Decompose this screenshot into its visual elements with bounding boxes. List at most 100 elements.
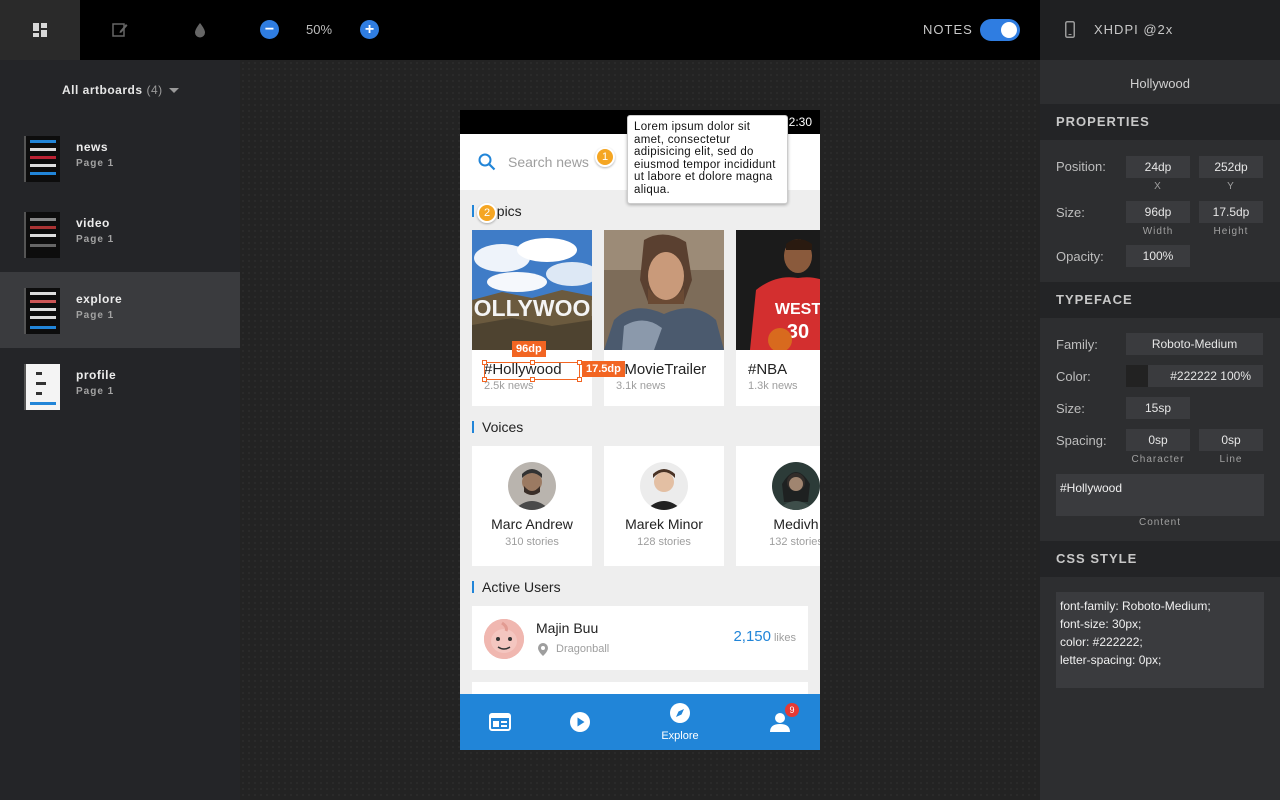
device-selector[interactable]: XHDPI @2x (1040, 0, 1280, 60)
voice-count: 310 stories (505, 536, 559, 548)
colors-tool-button[interactable] (160, 0, 240, 60)
height-measurement: 17.5dp (582, 361, 625, 377)
font-family-value[interactable]: Roboto-Medium (1126, 333, 1263, 355)
css-style-section-header: CSS STYLE (1040, 541, 1280, 577)
position-y-value[interactable]: 252dp (1199, 156, 1263, 178)
phone-icon (1065, 21, 1075, 38)
css-code-block[interactable]: font-family: Roboto-Medium; font-size: 3… (1056, 592, 1264, 688)
nav-video-tab[interactable] (540, 694, 620, 750)
artboard-thumbnail (24, 288, 60, 334)
topic-card-movietrailer[interactable]: #MovieTrailer 3.1k news (604, 230, 724, 406)
voice-card-marc-andrew[interactable]: Marc Andrew 310 stories (472, 446, 592, 566)
nav-profile-tab[interactable]: 9 (740, 694, 820, 750)
position-label: Position: (1056, 159, 1106, 174)
artboard-page: Page 1 (76, 234, 115, 245)
notes-toggle[interactable] (980, 19, 1020, 41)
zoom-level: 50% (306, 22, 333, 37)
position-x-value[interactable]: 24dp (1126, 156, 1190, 178)
topic-count: 1.3k news (748, 380, 798, 392)
voice-card-marek-minor[interactable]: Marek Minor 128 stories (604, 446, 724, 566)
voice-name: Medivh (773, 516, 819, 532)
topic-card-nba[interactable]: WEST 30 #NBA 1.3k news (736, 230, 820, 406)
color-value-field[interactable]: #222222 100% (1126, 365, 1263, 387)
opacity-label: Opacity: (1056, 249, 1104, 264)
width-measurement: 96dp (512, 341, 546, 357)
selection-handle (530, 360, 535, 365)
artboards-count: (4) (146, 83, 163, 97)
content-caption: Content (1138, 517, 1182, 528)
edit-note-icon (112, 23, 128, 37)
content-value[interactable]: #Hollywood (1056, 474, 1264, 516)
explore-artboard[interactable]: 2:30 Search news Topics HOLLYWOOD #Holly… (460, 110, 820, 750)
notification-badge: 9 (785, 703, 799, 717)
width-caption: Width (1142, 226, 1174, 237)
opacity-value[interactable]: 100% (1126, 245, 1190, 267)
voice-card-medivh[interactable]: Medivh 132 stories (736, 446, 820, 566)
droplet-icon (195, 23, 205, 38)
properties-section-header: PROPERTIES (1040, 104, 1280, 140)
artboard-item-explore[interactable]: explore Page 1 (0, 272, 240, 348)
active-user-row[interactable]: Majin Buu Dragonball 2,150 likes (472, 606, 808, 670)
voices-section-title: Voices (472, 419, 523, 435)
artboard-item-video[interactable]: video Page 1 (0, 196, 240, 272)
width-value[interactable]: 96dp (1126, 201, 1190, 223)
avatar (640, 462, 688, 510)
avatar (772, 462, 820, 510)
css-line: color: #222222; (1060, 635, 1143, 649)
family-label: Family: (1056, 337, 1098, 352)
artboard-thumbnail (24, 364, 60, 410)
voice-name: Marek Minor (625, 516, 703, 532)
artboards-sidebar: All artboards (4) news Page 1 video Page … (0, 60, 240, 800)
typeface-header-label: TYPEFACE (1056, 292, 1133, 307)
height-caption: Height (1213, 226, 1249, 237)
height-value[interactable]: 17.5dp (1199, 201, 1263, 223)
line-caption: Line (1219, 454, 1243, 465)
artboards-tool-button[interactable] (0, 0, 80, 60)
note-marker-1[interactable]: 1 (595, 147, 615, 167)
selection-handle (482, 360, 487, 365)
bottom-navigation: Explore 9 (460, 694, 820, 750)
note-marker-2[interactable]: 2 (477, 203, 497, 223)
note-tooltip: Lorem ipsum dolor sit amet, consectetur … (627, 115, 788, 204)
voice-name: Marc Andrew (491, 516, 573, 532)
zoom-out-button[interactable]: − (260, 20, 279, 39)
artboard-thumbnail (24, 212, 60, 258)
artboard-page: Page 1 (76, 158, 115, 169)
line-spacing-value[interactable]: 0sp (1199, 429, 1263, 451)
search-input[interactable]: Search news (508, 154, 589, 170)
y-caption: Y (1227, 181, 1235, 192)
nav-explore-tab[interactable]: Explore (640, 694, 720, 750)
notes-tool-button[interactable] (80, 0, 160, 60)
artboard-item-news[interactable]: news Page 1 (0, 120, 240, 196)
status-time: 2:30 (788, 115, 812, 129)
selected-layer-name: Hollywood (1130, 76, 1190, 91)
selection-handle (577, 377, 582, 382)
topic-image (604, 230, 724, 350)
nav-news-tab[interactable] (460, 694, 540, 750)
artboard-item-profile[interactable]: profile Page 1 (0, 348, 240, 424)
properties-header-label: PROPERTIES (1056, 114, 1150, 129)
zoom-in-button[interactable]: + (360, 20, 379, 39)
search-icon (478, 153, 496, 171)
device-density-label: XHDPI @2x (1094, 22, 1174, 37)
hollywood-sign: HOLLYWOOD (472, 295, 592, 321)
font-size-value[interactable]: 15sp (1126, 397, 1190, 419)
notes-toggle-label: NOTES (923, 22, 973, 37)
topic-image: HOLLYWOOD (472, 230, 592, 350)
topic-count: 2.5k news (484, 380, 534, 392)
size-label: Size: (1056, 205, 1085, 220)
character-spacing-value[interactable]: 0sp (1126, 429, 1190, 451)
jersey-text: WEST (775, 301, 820, 318)
css-style-header-label: CSS STYLE (1056, 551, 1138, 566)
color-label: Color: (1056, 369, 1091, 384)
artboard-name: explore (76, 292, 123, 306)
topic-image: WEST 30 (736, 230, 820, 350)
artboard-name: news (76, 140, 109, 154)
dashboard-icon (33, 23, 47, 37)
css-line: font-family: Roboto-Medium; (1060, 599, 1211, 613)
artboards-dropdown[interactable]: All artboards (4) (62, 83, 179, 97)
topic-count: 3.1k news (616, 380, 666, 392)
top-toolbar: − 50% + NOTES XHDPI @2x (0, 0, 1280, 60)
spacing-label: Spacing: (1056, 433, 1107, 448)
compass-icon (670, 703, 690, 723)
